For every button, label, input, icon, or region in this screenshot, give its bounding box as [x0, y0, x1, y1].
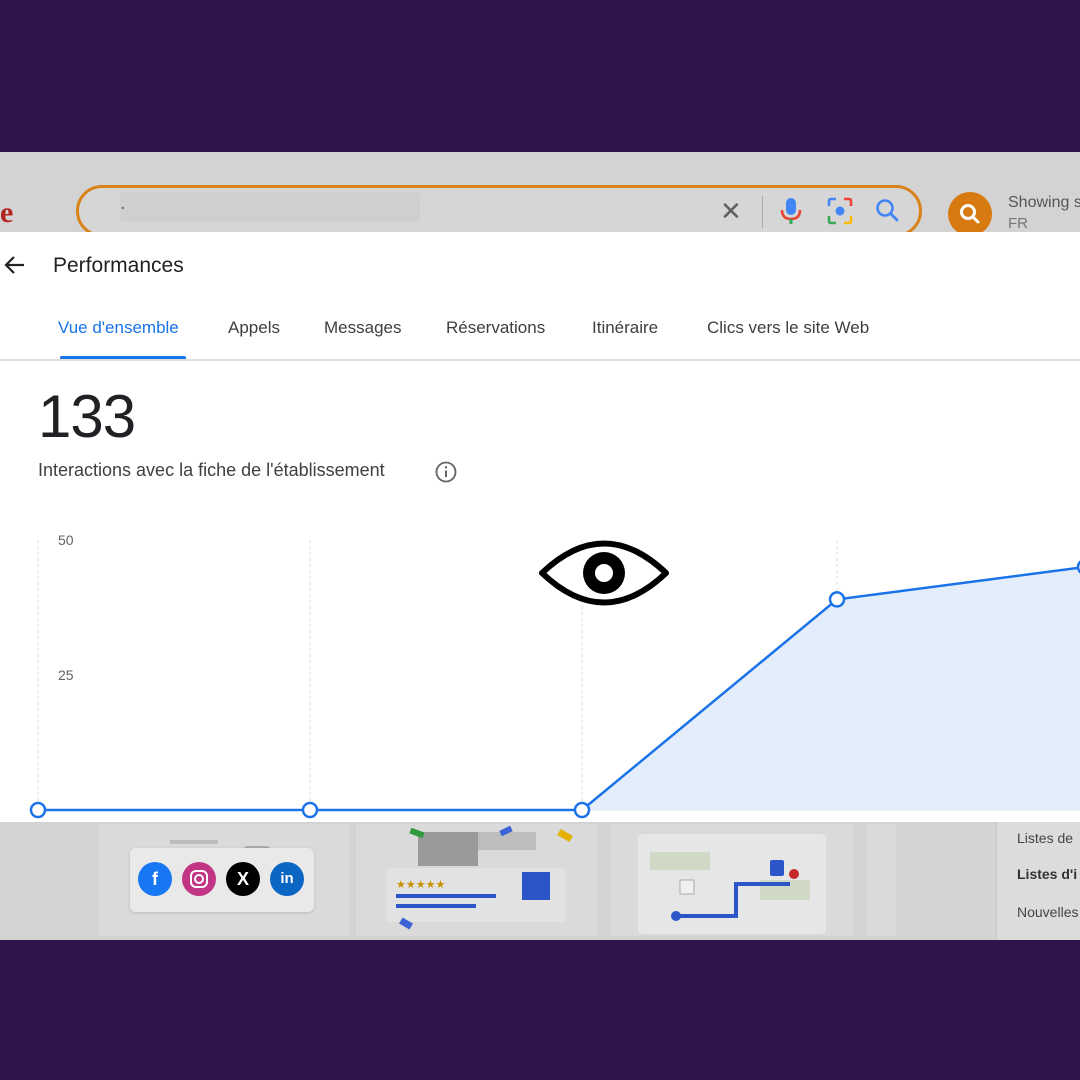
top-band	[0, 0, 1080, 152]
showing-results-text: Showing s	[1008, 194, 1080, 211]
side-list: Listes de Listes d'i Nouvelles	[996, 822, 1080, 940]
side-list-item[interactable]: Nouvelles	[1017, 904, 1078, 920]
card-map	[610, 824, 854, 936]
search-divider	[762, 196, 763, 228]
instagram-icon	[182, 862, 216, 896]
y-tick-label: 50	[58, 532, 74, 548]
facebook-icon: f	[138, 862, 172, 896]
lower-dimmed-area: ★★★★★ f X in Listes de Listes d'i Nouvel…	[0, 822, 1080, 940]
card-partial	[866, 824, 896, 936]
data-point	[29, 801, 47, 819]
google-logo-fragment: e	[0, 196, 14, 229]
side-list-item[interactable]: Listes d'i	[1017, 866, 1077, 882]
region-text: FR	[1008, 215, 1028, 232]
data-point	[573, 801, 591, 819]
search-input[interactable]: .	[120, 192, 420, 222]
social-icons-group: f X in	[130, 848, 314, 912]
performance-panel: Performances Vue d'ensemble Appels Messa…	[0, 232, 1080, 822]
card-reviews: ★★★★★	[356, 824, 598, 936]
clear-icon[interactable]: ✕	[720, 198, 742, 224]
side-list-item[interactable]: Listes de	[1017, 830, 1073, 846]
linkedin-icon: in	[270, 862, 304, 896]
data-point	[301, 801, 319, 819]
y-tick-label: 25	[58, 667, 74, 683]
search-avatar-icon[interactable]	[948, 192, 992, 236]
x-icon: X	[226, 862, 260, 896]
mic-icon[interactable]	[778, 196, 804, 226]
bottom-band	[0, 940, 1080, 1080]
google-search-bar: e . ✕ Showing s FR	[0, 152, 1080, 237]
data-point	[828, 591, 846, 608]
interactions-chart: 50 25	[29, 532, 1080, 819]
eye-icon	[539, 540, 669, 606]
search-icon[interactable]	[874, 196, 902, 226]
lens-icon[interactable]	[826, 196, 854, 226]
